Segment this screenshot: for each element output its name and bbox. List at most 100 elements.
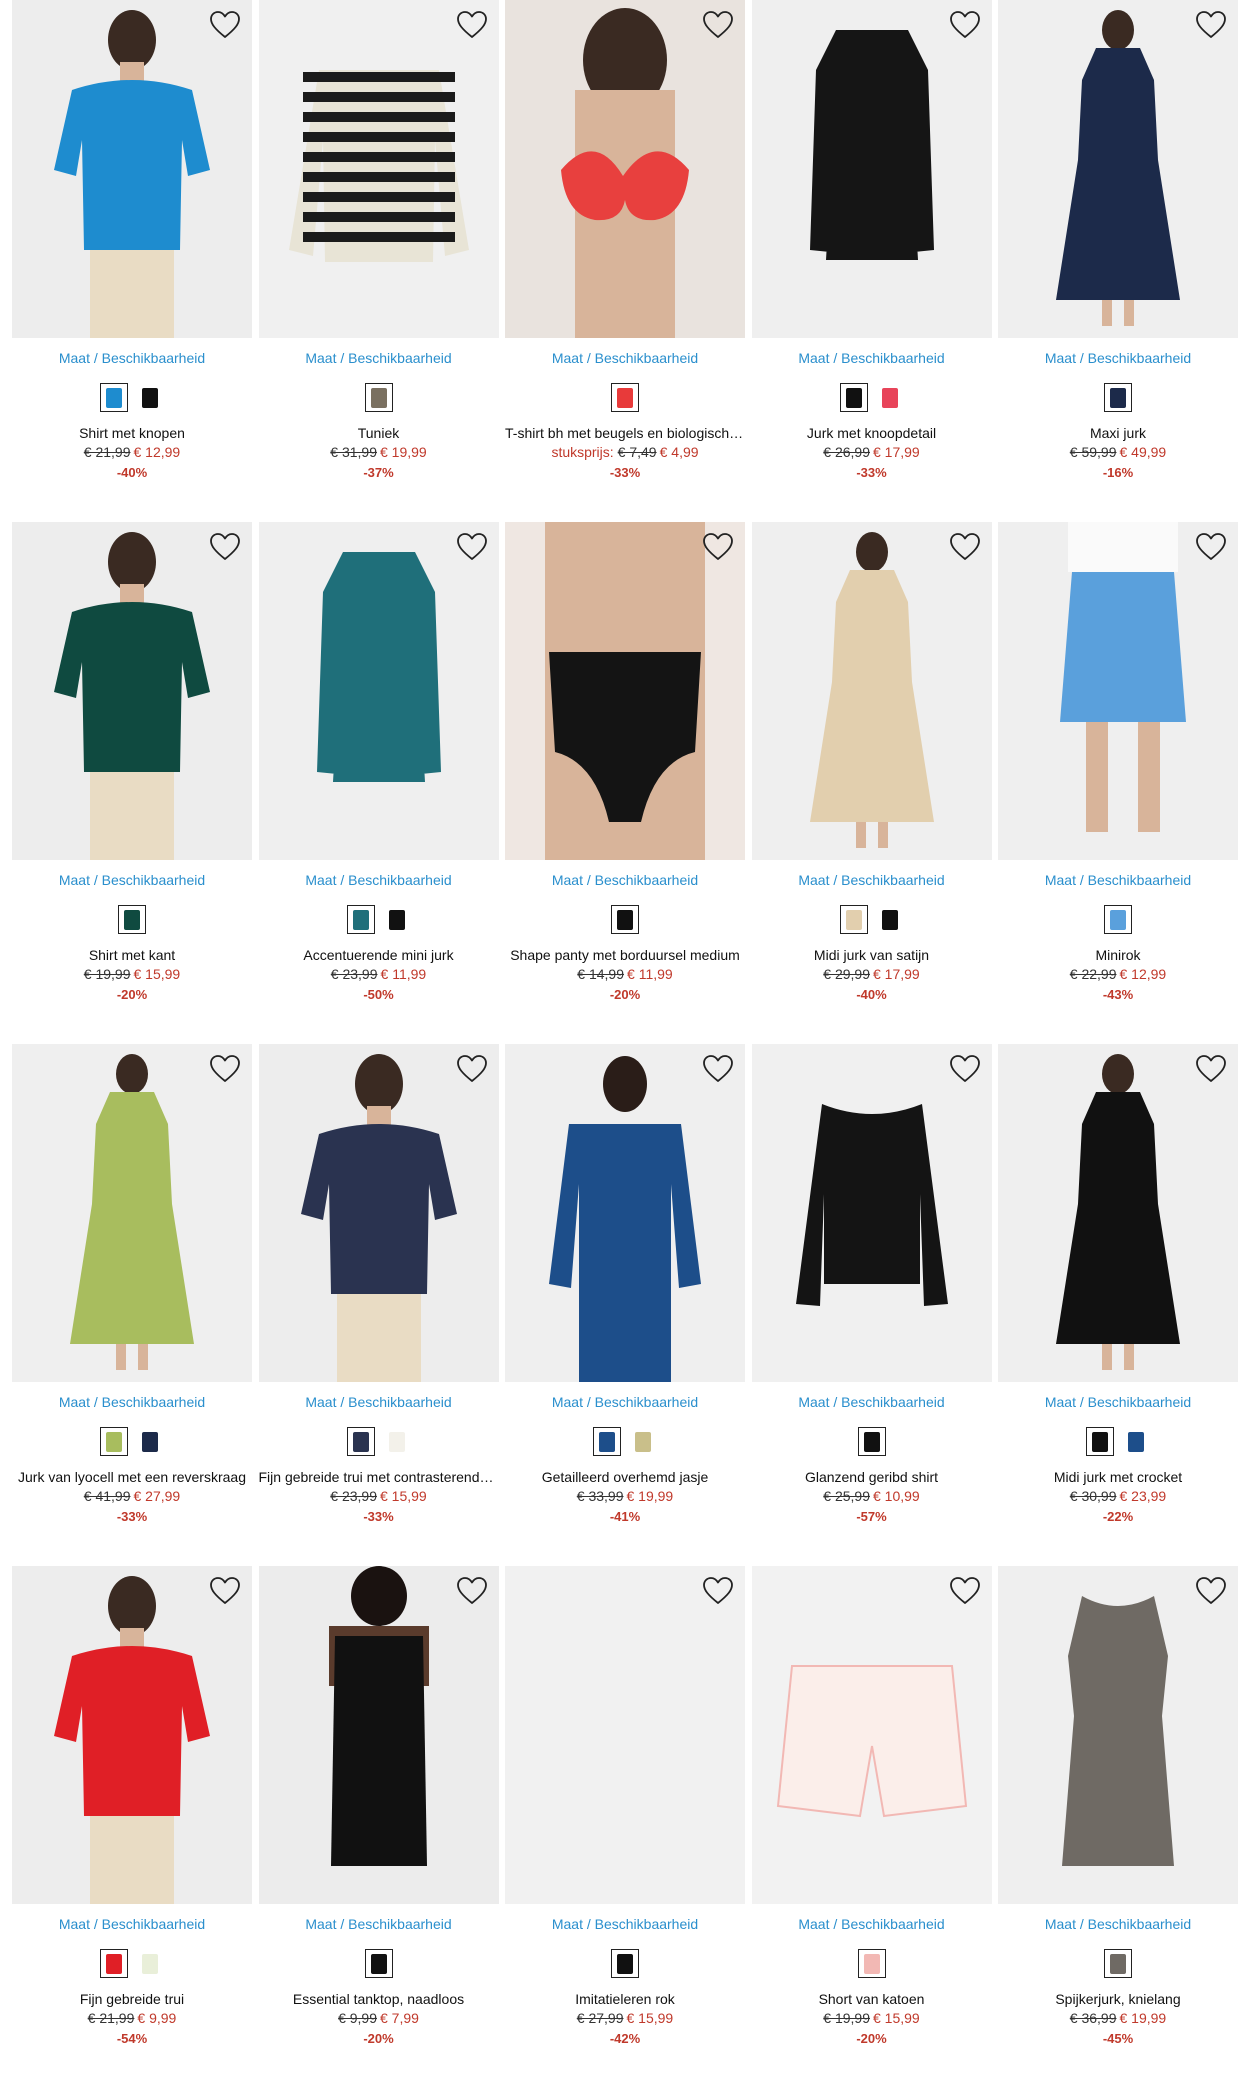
product-card[interactable]: Maat / Beschikbaarheid Shape panty met b… <box>505 522 745 1044</box>
product-image[interactable] <box>505 1044 745 1382</box>
product-card[interactable]: Maat / Beschikbaarheid Accentuerende min… <box>258 522 499 1044</box>
color-swatch[interactable] <box>136 1427 164 1456</box>
product-image[interactable] <box>751 1566 992 1904</box>
product-card[interactable]: Maat / Beschikbaarheid Imitatieleren rok… <box>505 1566 745 2088</box>
size-availability-link[interactable]: Maat / Beschikbaarheid <box>12 1394 252 1410</box>
color-swatch[interactable] <box>629 1427 657 1456</box>
product-name[interactable]: Glanzend geribd shirt <box>752 1469 992 1485</box>
product-card[interactable]: Maat / Beschikbaarheid Short van katoen … <box>751 1566 992 2088</box>
product-image[interactable] <box>751 522 992 860</box>
product-image[interactable] <box>751 0 992 338</box>
color-swatch[interactable] <box>875 905 904 934</box>
wishlist-heart-icon[interactable] <box>209 1576 241 1606</box>
wishlist-heart-icon[interactable] <box>456 1576 488 1606</box>
color-swatch[interactable] <box>100 1427 128 1456</box>
wishlist-heart-icon[interactable] <box>209 532 241 562</box>
size-availability-link[interactable]: Maat / Beschikbaarheid <box>752 1394 992 1410</box>
color-swatch[interactable] <box>839 383 868 412</box>
color-swatch[interactable] <box>346 1427 375 1456</box>
size-availability-link[interactable]: Maat / Beschikbaarheid <box>752 350 992 366</box>
product-card[interactable]: Maat / Beschikbaarheid Glanzend geribd s… <box>751 1044 992 1566</box>
product-card[interactable]: Maat / Beschikbaarheid Maxi jurk € 59,99… <box>998 0 1238 522</box>
product-card[interactable]: Maat / Beschikbaarheid Tuniek € 31,99 € 1… <box>258 0 499 522</box>
product-image[interactable] <box>998 1566 1238 1904</box>
size-availability-link[interactable]: Maat / Beschikbaarheid <box>998 872 1238 888</box>
wishlist-heart-icon[interactable] <box>209 10 241 40</box>
product-image[interactable] <box>258 0 499 338</box>
product-card[interactable]: Maat / Beschikbaarheid Spijkerjurk, knie… <box>998 1566 1238 2088</box>
wishlist-heart-icon[interactable] <box>949 1054 981 1084</box>
product-name[interactable]: Tuniek <box>259 425 499 441</box>
wishlist-heart-icon[interactable] <box>702 10 734 40</box>
wishlist-heart-icon[interactable] <box>1195 10 1227 40</box>
size-availability-link[interactable]: Maat / Beschikbaarheid <box>505 1916 745 1932</box>
color-swatch[interactable] <box>100 383 128 412</box>
size-availability-link[interactable]: Maat / Beschikbaarheid <box>259 1916 499 1932</box>
color-swatch[interactable] <box>875 383 904 412</box>
product-image[interactable] <box>12 0 252 338</box>
size-availability-link[interactable]: Maat / Beschikbaarheid <box>998 1394 1238 1410</box>
color-swatch[interactable] <box>136 1949 164 1978</box>
size-availability-link[interactable]: Maat / Beschikbaarheid <box>505 872 745 888</box>
wishlist-heart-icon[interactable] <box>209 1054 241 1084</box>
product-name[interactable]: Shape panty met borduursel medium <box>505 947 745 963</box>
color-swatch[interactable] <box>118 905 146 934</box>
size-availability-link[interactable]: Maat / Beschikbaarheid <box>259 1394 499 1410</box>
product-name[interactable]: T-shirt bh met beugels en biologisch kat… <box>505 425 745 441</box>
product-name[interactable]: Fijn gebreide trui met contrasterende ra… <box>259 1469 499 1485</box>
wishlist-heart-icon[interactable] <box>702 1054 734 1084</box>
wishlist-heart-icon[interactable] <box>702 532 734 562</box>
product-name[interactable]: Fijn gebreide trui <box>12 1991 252 2007</box>
wishlist-heart-icon[interactable] <box>949 10 981 40</box>
size-availability-link[interactable]: Maat / Beschikbaarheid <box>998 350 1238 366</box>
color-swatch[interactable] <box>364 1949 393 1978</box>
color-swatch[interactable] <box>611 905 639 934</box>
product-card[interactable]: Maat / Beschikbaarheid Jurk van lyocell … <box>12 1044 252 1566</box>
wishlist-heart-icon[interactable] <box>456 532 488 562</box>
color-swatch[interactable] <box>1104 383 1132 412</box>
product-name[interactable]: Minirok <box>998 947 1238 963</box>
color-swatch[interactable] <box>611 1949 639 1978</box>
color-swatch[interactable] <box>382 1427 411 1456</box>
product-name[interactable]: Accentuerende mini jurk <box>259 947 499 963</box>
wishlist-heart-icon[interactable] <box>949 1576 981 1606</box>
product-card[interactable]: Maat / Beschikbaarheid Minirok € 22,99 € … <box>998 522 1238 1044</box>
color-swatch[interactable] <box>593 1427 621 1456</box>
product-image[interactable] <box>12 1044 252 1382</box>
wishlist-heart-icon[interactable] <box>702 1576 734 1606</box>
product-image[interactable] <box>751 1044 992 1382</box>
product-image[interactable] <box>998 522 1238 860</box>
wishlist-heart-icon[interactable] <box>1195 1576 1227 1606</box>
size-availability-link[interactable]: Maat / Beschikbaarheid <box>12 872 252 888</box>
product-name[interactable]: Midi jurk van satijn <box>752 947 992 963</box>
product-card[interactable]: Maat / Beschikbaarheid Shirt met kant € … <box>12 522 252 1044</box>
product-image[interactable] <box>12 1566 252 1904</box>
color-swatch[interactable] <box>1104 1949 1132 1978</box>
wishlist-heart-icon[interactable] <box>949 532 981 562</box>
product-name[interactable]: Maxi jurk <box>998 425 1238 441</box>
size-availability-link[interactable]: Maat / Beschikbaarheid <box>505 1394 745 1410</box>
product-image[interactable] <box>505 522 745 860</box>
product-image[interactable] <box>258 1044 499 1382</box>
product-card[interactable]: Maat / Beschikbaarheid Jurk met knoopdet… <box>751 0 992 522</box>
size-availability-link[interactable]: Maat / Beschikbaarheid <box>752 872 992 888</box>
color-swatch[interactable] <box>1086 1427 1114 1456</box>
wishlist-heart-icon[interactable] <box>456 1054 488 1084</box>
product-card[interactable]: Maat / Beschikbaarheid Midi jurk met cro… <box>998 1044 1238 1566</box>
product-card[interactable]: Maat / Beschikbaarheid Getailleerd overh… <box>505 1044 745 1566</box>
product-name[interactable]: Getailleerd overhemd jasje <box>505 1469 745 1485</box>
product-image[interactable] <box>258 1566 499 1904</box>
size-availability-link[interactable]: Maat / Beschikbaarheid <box>12 1916 252 1932</box>
size-availability-link[interactable]: Maat / Beschikbaarheid <box>259 872 499 888</box>
product-image[interactable] <box>258 522 499 860</box>
product-image[interactable] <box>505 0 745 338</box>
product-name[interactable]: Short van katoen <box>752 1991 992 2007</box>
product-name[interactable]: Shirt met kant <box>12 947 252 963</box>
size-availability-link[interactable]: Maat / Beschikbaarheid <box>12 350 252 366</box>
wishlist-heart-icon[interactable] <box>1195 532 1227 562</box>
wishlist-heart-icon[interactable] <box>1195 1054 1227 1084</box>
color-swatch[interactable] <box>857 1949 886 1978</box>
color-swatch[interactable] <box>839 905 868 934</box>
product-image[interactable] <box>505 1566 745 1904</box>
size-availability-link[interactable]: Maat / Beschikbaarheid <box>505 350 745 366</box>
